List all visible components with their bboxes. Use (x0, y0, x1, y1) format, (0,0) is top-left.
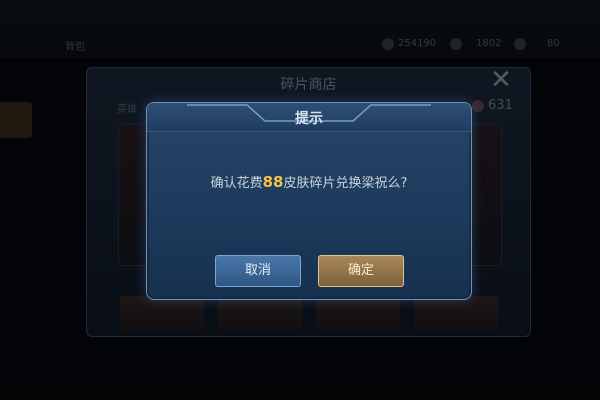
cost-amount: 88 (262, 173, 284, 191)
dialog-title-bar: 提示 (147, 103, 471, 132)
confirm-dialog: 提示 确认花费88皮肤碎片兑换梁祝么? 取消 确定 (146, 102, 472, 300)
dialog-title: 提示 (295, 111, 323, 127)
dialog-message: 确认花费88皮肤碎片兑换梁祝么? (147, 172, 471, 191)
message-prefix: 确认花费 (210, 176, 263, 191)
message-suffix: 皮肤碎片兑换梁祝么? (283, 176, 408, 191)
confirm-button[interactable]: 确定 (318, 255, 404, 287)
cancel-button[interactable]: 取消 (215, 255, 301, 287)
